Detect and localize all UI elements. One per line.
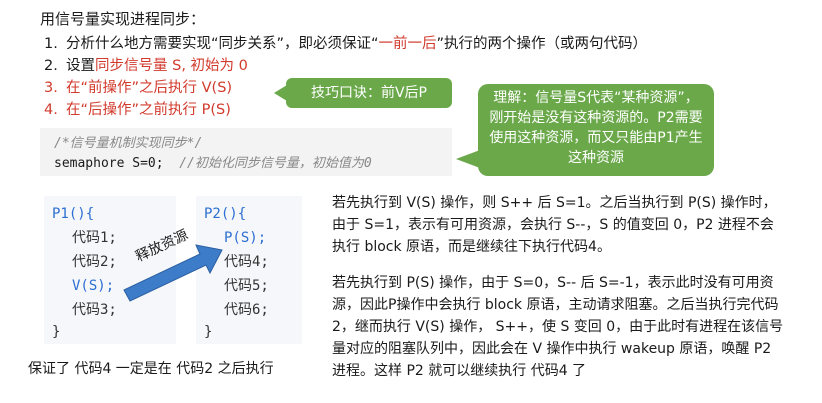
paragraph-v-first: 若先执行到 V(S) 操作，则 S++ 后 S=1。之后当执行到 P(S) 操作… <box>332 195 777 255</box>
p2-line-4: 代码6; <box>224 302 269 318</box>
heading: 用信号量实现进程同步： <box>40 10 206 28</box>
p1-line-3: V(S); <box>72 278 115 294</box>
p2-header: P2(){ <box>204 206 247 222</box>
tip-callout: 技巧口诀：前V后P <box>286 78 452 108</box>
p1-line-1: 代码1; <box>72 230 117 246</box>
code-comment: /*信号量机制实现同步*/ <box>54 136 203 151</box>
paragraph-p-first: 若先执行到 P(S) 操作，由于 S=0，S-- 后 S=-1，表示此时没有可用… <box>332 275 784 379</box>
caption: 保证了 代码4 一定是在 代码2 之后执行 <box>28 361 274 377</box>
p1-header: P1(){ <box>52 206 95 222</box>
step-1: 1. 分析什么地方需要实现“同步关系”，即必须保证“一前一后”执行的两个操作（或两… <box>44 36 648 52</box>
p2-line-2: 代码4; <box>224 254 269 270</box>
p1-line-4: 代码3; <box>72 302 117 318</box>
p1-close: } <box>52 324 61 340</box>
p2-line-3: 代码5; <box>224 278 269 294</box>
step-2: 2. 设置同步信号量 S, 初始为 0 <box>44 58 248 74</box>
bubble-pointer <box>456 150 480 168</box>
code-box: /*信号量机制实现同步*/ semaphore S=0; //初始化同步信号量，… <box>40 128 452 176</box>
understanding-bubble: 理解：信号量S代表“某种资源”，刚开始是没有这种资源的。P2需要使用这种资源，而… <box>478 84 714 176</box>
step-4: 4. 在“后操作”之前执行 P(S) <box>44 102 231 118</box>
code-decl: semaphore S=0; //初始化同步信号量，初始值为0 <box>54 156 372 171</box>
p1-line-2: 代码2; <box>72 254 117 270</box>
p2-close: } <box>204 324 213 340</box>
step-3: 3. 在“前操作”之后执行 V(S) <box>44 80 233 96</box>
p2-line-1: P(S); <box>224 230 267 246</box>
